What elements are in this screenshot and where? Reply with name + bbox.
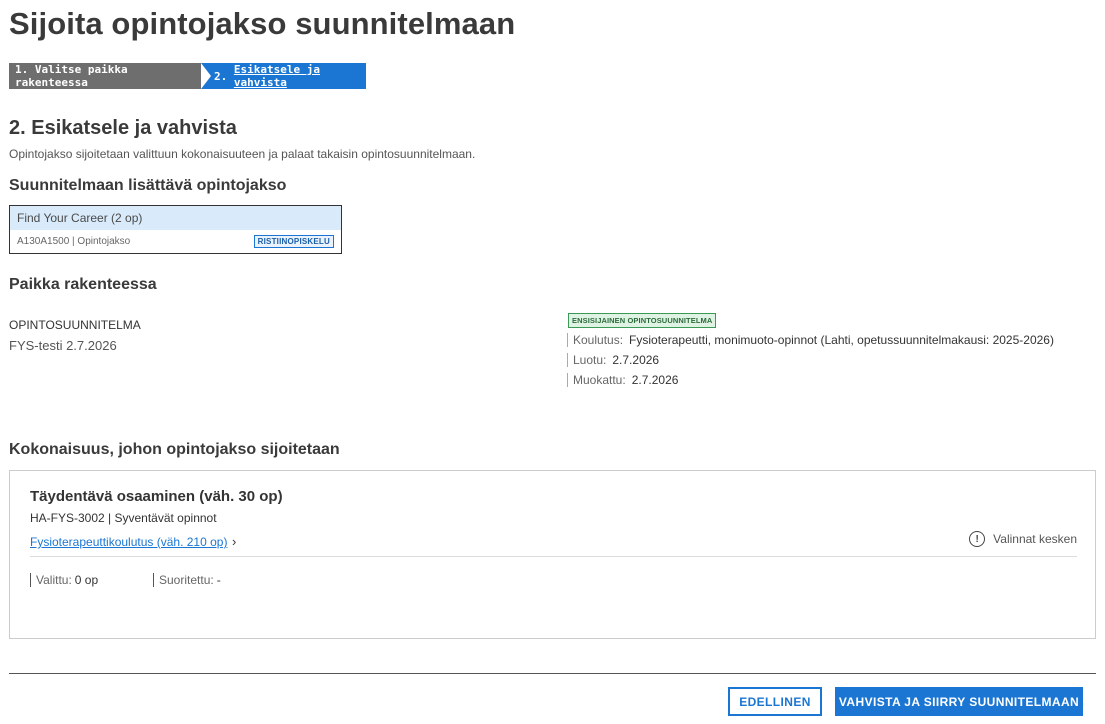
kokonaisuus-heading: Kokonaisuus, johon opintojakso sijoiteta… (9, 441, 340, 458)
plan-detail-education: Koulutus: Fysioterapeutti, monimuoto-opin… (567, 333, 1054, 347)
kokonaisuus-title: Täydentävä osaaminen (väh. 30 op) (30, 488, 283, 505)
plan-label: OPINTOSUUNNITELMA (9, 318, 141, 332)
placement-heading: Paikka rakenteessa (9, 276, 157, 293)
page-title: Sijoita opintojakso suunnitelmaan (9, 6, 516, 41)
step-1-select-place[interactable]: 1. Valitse paikka rakenteessa (9, 63, 212, 89)
step-1-label: 1. Valitse paikka rakenteessa (15, 63, 128, 89)
plan-detail-modified: Muokattu: 2.7.2026 (567, 373, 678, 387)
step-2-preview-confirm[interactable]: 2. Esikatsele ja vahvista (201, 63, 366, 89)
completed-credits: Suoritettu: - (153, 573, 221, 587)
section-description: Opintojakso sijoitetaan valittuun kokona… (9, 147, 476, 161)
previous-button[interactable]: EDELLINEN (728, 687, 822, 716)
course-title: Find Your Career (2 op) (10, 206, 341, 230)
kokonaisuus-card: Täydentävä osaaminen (väh. 30 op) HA-FYS… (9, 470, 1096, 639)
divider (30, 556, 1077, 557)
kokonaisuus-code: HA-FYS-3002 | Syventävät opinnot (30, 511, 217, 525)
step-2-number: 2. (214, 69, 228, 83)
chevron-right-icon[interactable]: › (232, 534, 236, 549)
plan-name: FYS-testi 2.7.2026 (9, 338, 117, 353)
step-2-label: Esikatsele ja vahvista (233, 63, 320, 89)
section-heading: 2. Esikatsele ja vahvista (9, 117, 237, 139)
cross-study-badge: RISTIINOPISKELU (253, 235, 334, 248)
wizard-stepper: 1. Valitse paikka rakenteessa 2. Esikats… (9, 63, 366, 89)
course-heading: Suunnitelmaan lisättävä opintojakso (9, 177, 287, 194)
plan-detail-created: Luotu: 2.7.2026 (567, 353, 659, 367)
selected-credits: Valittu: 0 op (30, 573, 98, 587)
course-meta: A130A1500 | Opintojakso (17, 236, 131, 247)
selection-status: ! Valinnat kesken (969, 531, 1077, 547)
confirm-button[interactable]: VAHVISTA JA SIIRRY SUUNNITELMAAN (835, 687, 1083, 716)
info-circle-icon: ! (969, 531, 986, 547)
footer-divider (9, 673, 1096, 674)
parent-program-link[interactable]: Fysioterapeuttikoulutus (väh. 210 op) (30, 535, 227, 549)
primary-plan-badge: ENSISIJAINEN OPINTOSUUNNITELMA (568, 313, 717, 328)
course-card: Find Your Career (2 op) A130A1500 | Opin… (9, 205, 342, 254)
status-text: Valinnat kesken (993, 532, 1077, 546)
